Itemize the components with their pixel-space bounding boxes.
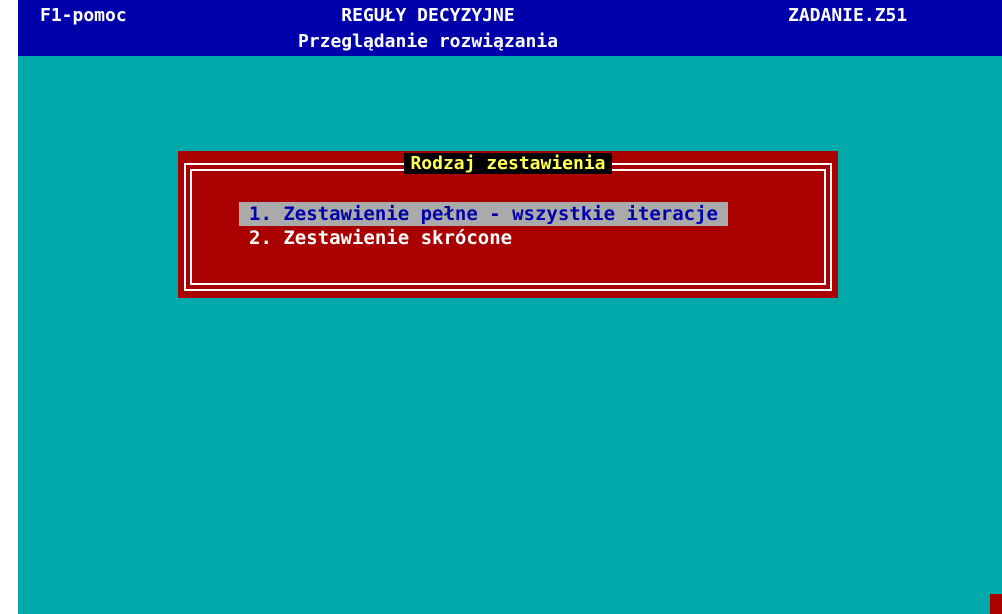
- dos-screen: F1-pomoc REGUŁY DECYZYJNE Przeglądanie r…: [18, 0, 1002, 614]
- status-corner-block: [990, 594, 1002, 614]
- app-title: REGUŁY DECYZYJNE: [341, 5, 515, 26]
- menu-item-full-report[interactable]: 1. Zestawienie pełne - wszystkie iteracj…: [239, 202, 728, 226]
- report-type-menu: 1. Zestawienie pełne - wszystkie iteracj…: [239, 202, 728, 250]
- dialog-title: Rodzaj zestawienia: [178, 153, 838, 175]
- task-name: ZADANIE.Z51: [788, 5, 908, 26]
- screen-subtitle: Przeglądanie rozwiązania: [297, 31, 559, 52]
- menu-item-short-report[interactable]: 2. Zestawienie skrócone: [239, 226, 728, 250]
- header-bar: F1-pomoc REGUŁY DECYZYJNE Przeglądanie r…: [18, 0, 1002, 56]
- dialog-title-text: Rodzaj zestawienia: [404, 153, 612, 174]
- report-type-dialog: Rodzaj zestawienia 1. Zestawienie pełne …: [178, 151, 838, 298]
